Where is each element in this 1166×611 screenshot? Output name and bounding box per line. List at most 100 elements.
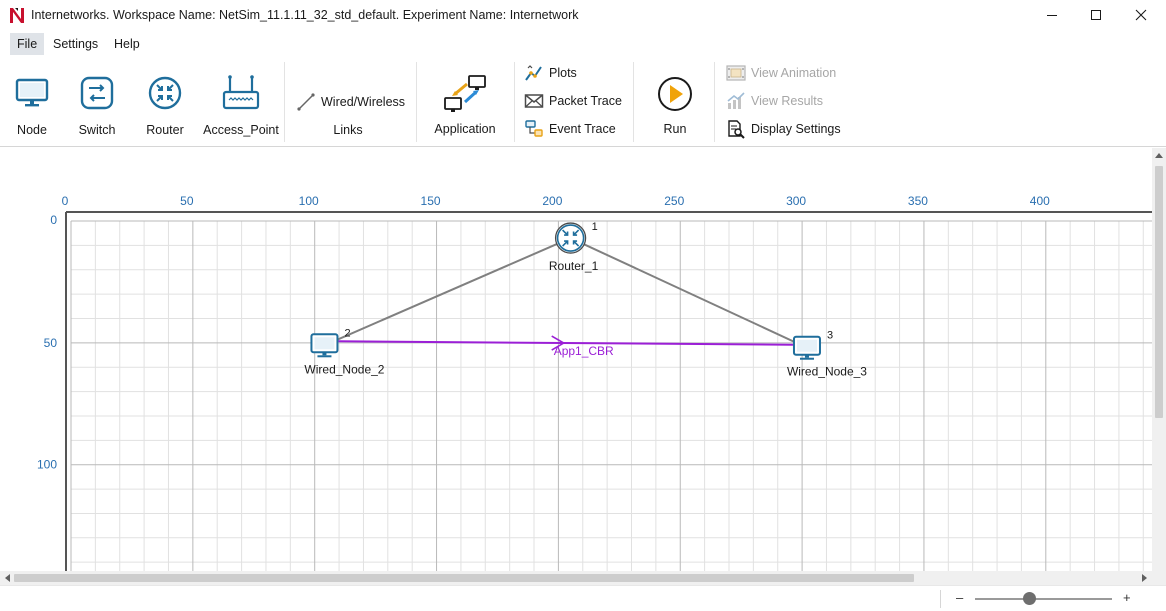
- horizontal-scrollbar[interactable]: [0, 571, 1152, 585]
- wired-wireless-link-button[interactable]: Wired/Wireless: [296, 92, 405, 112]
- y-tick-label: 50: [44, 336, 58, 350]
- device-id-label: 1: [592, 221, 598, 233]
- application-button[interactable]: Application: [428, 56, 502, 144]
- run-label: Run: [663, 122, 687, 136]
- menu-file[interactable]: File: [10, 33, 45, 55]
- netsim-logo-icon: [9, 7, 25, 24]
- y-tick-label: 0: [50, 213, 57, 227]
- maximize-button[interactable]: [1073, 0, 1119, 30]
- application-label: Application: [434, 122, 496, 136]
- router-icon: [148, 76, 182, 110]
- event-trace-label: Event Trace: [549, 122, 616, 136]
- zoom-in-button[interactable]: +: [1123, 590, 1131, 605]
- x-tick-label: 50: [180, 194, 194, 208]
- switch-button[interactable]: Switch: [72, 56, 122, 144]
- x-tick-label: 350: [908, 194, 928, 208]
- router-device-ring: [556, 224, 585, 252]
- toolbar-ribbon: Node Switch Router Access_Point Wired/Wi…: [0, 56, 1166, 147]
- access-point-button[interactable]: Access_Point: [203, 56, 279, 144]
- scroll-up-icon[interactable]: [1155, 152, 1163, 158]
- minimize-button[interactable]: [1029, 0, 1075, 30]
- device-name-label[interactable]: Router_1: [549, 259, 599, 273]
- x-tick-label: 250: [664, 194, 684, 208]
- status-separator: [940, 590, 941, 608]
- network-grid-svg[interactable]: 0 50 100 150 200 250 300 350 400 0 50 100 App1_CBR…: [0, 148, 1152, 571]
- x-tick-label: 100: [299, 194, 319, 208]
- wired-node-device[interactable]: 2 Wired_Node_2: [304, 327, 384, 376]
- application-label[interactable]: App1_CBR: [554, 344, 614, 358]
- switch-label: Switch: [78, 123, 116, 137]
- toolbar-separator: [284, 62, 285, 142]
- vertical-scroll-thumb[interactable]: [1155, 166, 1163, 418]
- packet-trace-icon: [524, 94, 544, 108]
- x-tick-label: 0: [62, 194, 69, 208]
- screen-fill: [796, 339, 817, 352]
- link-1-3[interactable]: [570, 237, 808, 349]
- access-point-label: Access_Point: [203, 123, 279, 137]
- network-canvas[interactable]: 0 50 100 150 200 250 300 350 400 0 50 100 App1_CBR…: [0, 148, 1152, 571]
- scroll-right-icon[interactable]: [1142, 574, 1148, 582]
- zoom-slider-track[interactable]: [975, 598, 1112, 600]
- screen-fill: [314, 337, 335, 350]
- scroll-corner: [1152, 571, 1166, 585]
- event-trace-button[interactable]: Event Trace: [524, 119, 616, 139]
- wired-node-device[interactable]: 3 Wired_Node_3: [787, 330, 867, 379]
- toolbar-separator: [416, 62, 417, 142]
- node-label: Node: [17, 123, 47, 137]
- menu-help[interactable]: Help: [107, 33, 147, 55]
- device-name-label[interactable]: Wired_Node_2: [304, 362, 384, 376]
- x-tick-label: 300: [786, 194, 806, 208]
- plots-label: Plots: [549, 66, 577, 80]
- scroll-left-icon[interactable]: [4, 574, 10, 582]
- status-bar: – +: [0, 585, 1166, 611]
- monitor-base: [799, 357, 814, 360]
- x-tick-label: 400: [1030, 194, 1050, 208]
- node-button[interactable]: Node: [8, 56, 56, 144]
- zoom-slider-thumb[interactable]: [1023, 592, 1037, 605]
- device-id-label: 2: [344, 327, 350, 339]
- display-settings-icon: [728, 120, 745, 139]
- zoom-out-button[interactable]: –: [956, 590, 963, 605]
- packet-trace-label: Packet Trace: [549, 94, 622, 108]
- view-animation-button[interactable]: View Animation: [726, 63, 836, 83]
- switch-icon: [80, 76, 114, 110]
- toolbar-separator: [633, 62, 634, 142]
- horizontal-scroll-thumb[interactable]: [14, 574, 914, 582]
- router-label: Router: [146, 123, 184, 137]
- monitor-stand: [804, 354, 809, 358]
- view-results-label: View Results: [751, 94, 824, 108]
- plots-icon: [525, 65, 542, 81]
- view-animation-label: View Animation: [751, 66, 837, 80]
- event-trace-icon: [525, 120, 543, 137]
- run-button[interactable]: Run: [650, 56, 700, 144]
- monitor-stand: [322, 352, 327, 356]
- toolbar-separator: [714, 62, 715, 142]
- toolbar-separator: [514, 62, 515, 142]
- link-line-icon: [297, 93, 315, 111]
- links-group-label: Links: [333, 123, 363, 137]
- router-button[interactable]: Router: [140, 56, 190, 144]
- results-chart-icon: [727, 92, 745, 109]
- y-tick-label: 100: [37, 458, 57, 472]
- display-settings-button[interactable]: Display Settings: [726, 119, 841, 139]
- window-title: Internetworks. Workspace Name: NetSim_11…: [31, 8, 579, 22]
- close-icon: [1135, 9, 1147, 21]
- run-play-icon: [658, 77, 692, 111]
- view-results-button[interactable]: View Results: [726, 91, 823, 111]
- menu-bar: File Settings Help: [0, 32, 1166, 56]
- vertical-scrollbar[interactable]: [1152, 148, 1166, 571]
- device-name-label[interactable]: Wired_Node_3: [787, 365, 867, 379]
- wired-wireless-label: Wired/Wireless: [321, 95, 406, 109]
- links-group: Links: [316, 116, 380, 142]
- x-tick-label: 200: [542, 194, 562, 208]
- plots-button[interactable]: Plots: [524, 63, 577, 83]
- monitor-base: [317, 355, 332, 358]
- menu-settings[interactable]: Settings: [46, 33, 105, 55]
- application-icon: [444, 75, 486, 112]
- close-button[interactable]: [1118, 0, 1164, 30]
- desktop-computer-icon: [15, 78, 49, 107]
- x-tick-label: 150: [421, 194, 441, 208]
- film-strip-icon: [726, 65, 746, 81]
- maximize-icon: [1091, 10, 1101, 20]
- packet-trace-button[interactable]: Packet Trace: [524, 91, 622, 111]
